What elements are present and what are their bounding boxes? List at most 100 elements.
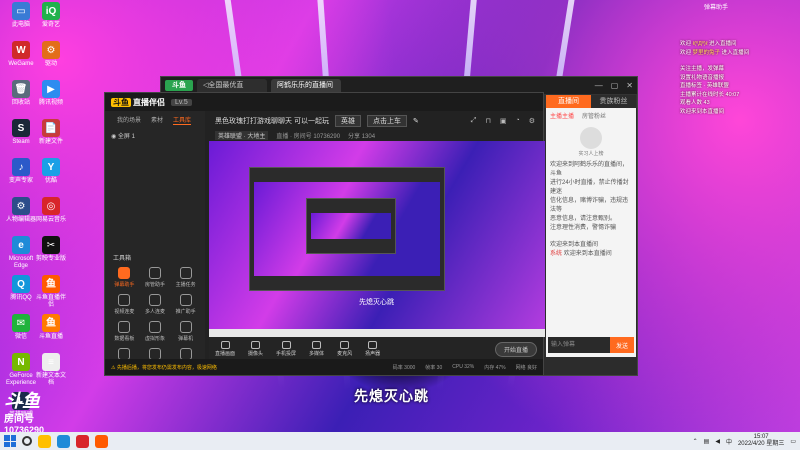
desktop-icon[interactable]: ▭ 此电脑	[4, 2, 38, 29]
desktop-icon-label: WeGame	[8, 61, 34, 67]
speaker-button[interactable]: 扬声器	[365, 341, 380, 357]
stat-cpu: CPU 32%	[452, 364, 475, 370]
desktop-icon[interactable]: 📄 新建文件	[34, 119, 68, 146]
minimize-icon[interactable]: —	[595, 81, 603, 90]
tool-item[interactable]: 弹幕助手	[109, 267, 140, 288]
desktop-icon[interactable]: Y 优酷	[34, 158, 68, 185]
tab-scenes[interactable]: 我的场景	[117, 115, 141, 125]
subtab-anchor[interactable]: 主播主播	[550, 111, 574, 120]
clock-date: 2022/4/20 星期三	[737, 441, 785, 447]
app-icon: ⚙	[12, 197, 30, 215]
browser-tab-active[interactable]: 阿鹤乐乐的直播间	[271, 79, 341, 92]
subtab-admin[interactable]: 房管粉丝	[582, 111, 606, 120]
live-screen-button[interactable]: 直播画面	[215, 341, 235, 357]
bottom-tool-label: 扬声器	[365, 351, 381, 357]
camera-button[interactable]: 摄像头	[248, 341, 263, 357]
tray-arrow-icon[interactable]: ⌃	[693, 438, 698, 445]
desktop-icon[interactable]: ⚙ 驱动	[34, 41, 68, 68]
category-button[interactable]: 英雄	[334, 115, 361, 127]
overlay-chat-line: 设置礼物语音播报	[680, 74, 798, 83]
phone-icon	[281, 341, 291, 349]
media-button[interactable]: 多媒体	[309, 341, 324, 357]
overlay-username: ℓ(ºДº)ℓ	[692, 41, 708, 47]
edit-icon[interactable]: ✎	[413, 117, 419, 125]
danmu-input[interactable]: 输入弹幕	[548, 337, 610, 353]
start-button[interactable]: 点击上车	[366, 115, 407, 127]
search-icon[interactable]	[22, 436, 32, 446]
desktop-icon-label: 腾讯QQ	[10, 295, 32, 301]
desktop-icon[interactable]: 🗑 回收站	[4, 80, 38, 107]
tool-item[interactable]: 弹幕机	[170, 321, 201, 342]
lock-icon[interactable]: ⊓	[485, 117, 490, 125]
scene-label: 全屏 1	[117, 134, 135, 140]
preview-taskbar	[209, 329, 545, 337]
microphone-button[interactable]: 麦克风	[337, 341, 352, 357]
nested-preview-window	[249, 167, 445, 291]
desktop-icon[interactable]: ◎ 网易云音乐	[34, 197, 68, 224]
desktop-icon[interactable]: Q 腾讯QQ	[4, 275, 38, 302]
tool-grid: 弹幕助手房管助手主播任务视频连麦多人连麦推广助手数据看板虚拟形象弹幕机PK玩法更…	[109, 267, 201, 369]
desktop-icon[interactable]: ▶ 腾讯视频	[34, 80, 68, 107]
desktop-icon[interactable]: W WeGame	[4, 41, 38, 68]
stream-preview[interactable]: 先熄灭心跳	[209, 141, 545, 337]
desktop-icon[interactable]: 鱼斗鱼直播伴侣	[34, 275, 68, 309]
tab-fans[interactable]: 贵族粉丝	[591, 95, 636, 108]
desktop-icon-label: 此电脑	[11, 22, 30, 28]
subtitle-text: 先熄灭心跳	[354, 388, 429, 404]
maximize-icon[interactable]: ▢	[611, 81, 619, 90]
desktop-icon-label: 新建文本文档	[35, 373, 66, 386]
settings-icon[interactable]: ⚙	[529, 117, 535, 125]
bottom-tool-label: 手机投屏	[276, 351, 297, 357]
desktop-icon[interactable]: N GeForce Experience	[4, 353, 38, 387]
desktop-icon[interactable]: ♪ 变声专家	[4, 158, 38, 185]
overlay-chat-line	[680, 57, 798, 65]
tab-toolbox[interactable]: 工具库	[173, 115, 192, 125]
chat-messages: 欢迎来到阿鹤乐乐的直播间，斗鱼 进行24小时直播，禁止传播封建迷 信化信息，赌博…	[546, 157, 636, 263]
tool-item[interactable]: 数据看板	[109, 321, 140, 342]
desktop-icon[interactable]: iQ 爱奇艺	[34, 2, 68, 29]
tool-item[interactable]: 推广助手	[170, 294, 201, 315]
level-badge: Lv.5	[171, 98, 192, 106]
browser-logo[interactable]: 斗鱼	[165, 80, 193, 91]
go-live-button[interactable]: 开始直播	[494, 341, 537, 357]
stat-bitrate: 码率 3000	[392, 364, 416, 371]
tool-item[interactable]: 视频连麦	[109, 294, 140, 315]
phone-cast-button[interactable]: 手机投屏	[276, 341, 296, 357]
tool-item[interactable]: 房管助手	[140, 267, 171, 288]
network-icon[interactable]: ▤	[704, 438, 710, 445]
stat-fps: 帧率 30	[425, 364, 443, 371]
scene-item[interactable]: ◉ 全屏 1	[105, 129, 205, 142]
desktop-icon[interactable]: S Steam	[4, 119, 38, 146]
room-title[interactable]: 黑色玫瑰打打游戏聊聊天 可以一起玩	[215, 116, 329, 126]
start-icon[interactable]	[4, 435, 16, 447]
eye-icon[interactable]: ◉	[111, 134, 116, 140]
tab-materials[interactable]: 素材	[151, 115, 163, 125]
browser-tab[interactable]: ◁全国最优直	[197, 79, 267, 92]
desktop-icon[interactable]: e Microsoft Edge	[4, 236, 38, 270]
desktop-icon[interactable]: ✉ 微信	[4, 314, 38, 341]
expand-icon[interactable]: ⤢	[471, 117, 477, 125]
send-button[interactable]: 发送	[610, 337, 634, 353]
desktop-icon[interactable]: ≡ 新建文本文档	[34, 353, 68, 387]
tool-item[interactable]: 多人连麦	[140, 294, 171, 315]
edge-icon[interactable]	[57, 434, 70, 448]
close-icon[interactable]: ✕	[626, 81, 633, 90]
gift-icon[interactable]: ▣	[500, 117, 507, 125]
desktop-icon[interactable]: ⚙ 人物编辑器	[4, 197, 38, 224]
notification-icon[interactable]: ▭	[790, 438, 796, 445]
douyu-icon[interactable]	[95, 434, 108, 448]
netease-music-icon[interactable]	[76, 434, 89, 448]
desktop-icon[interactable]: 鱼斗鱼直播	[34, 314, 68, 341]
clock[interactable]: 15:07 2022/4/20 星期三	[738, 434, 784, 448]
chat-welcome: 欢迎来到本直播间	[550, 242, 599, 248]
language-indicator[interactable]: 中	[726, 437, 732, 446]
tab-chat[interactable]: 直播间	[546, 95, 591, 108]
file-explorer-icon[interactable]	[38, 434, 51, 448]
nested-preview-content	[311, 213, 391, 239]
tool-item[interactable]: 主播任务	[170, 267, 201, 288]
bell-icon[interactable]: ◔	[515, 117, 519, 125]
app-brand: 斗鱼 直播伴侣	[111, 97, 165, 108]
volume-icon[interactable]: ◀	[715, 438, 720, 445]
desktop-icon[interactable]: ✂ 剪映专业版	[34, 236, 68, 263]
tool-item[interactable]: 虚拟形象	[140, 321, 171, 342]
